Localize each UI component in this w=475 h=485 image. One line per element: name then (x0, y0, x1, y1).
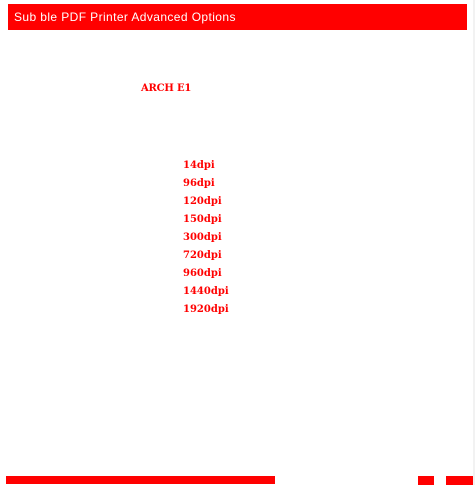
resolution-option-150dpi[interactable]: 150dpi (183, 213, 229, 231)
resolution-option-960dpi[interactable]: 960dpi (183, 267, 229, 285)
window-title: Sub ble PDF Printer Advanced Options (14, 10, 236, 24)
resolution-option-96dpi[interactable]: 96dpi (183, 177, 229, 195)
paper-size-label[interactable]: ARCH E1 (141, 83, 191, 94)
advanced-options-window: Sub ble PDF Printer Advanced Options ARC… (0, 0, 475, 485)
resolution-option-300dpi[interactable]: 300dpi (183, 231, 229, 249)
status-indicator-left (418, 476, 434, 485)
window-title-bar[interactable]: Sub ble PDF Printer Advanced Options (8, 4, 467, 30)
resolution-list: 14dpi 96dpi 120dpi 150dpi 300dpi 720dpi … (183, 159, 229, 321)
resolution-option-1920dpi[interactable]: 1920dpi (183, 303, 229, 321)
resolution-option-14dpi[interactable]: 14dpi (183, 159, 229, 177)
status-indicator-right (446, 476, 475, 485)
progress-bar-fill (6, 476, 275, 484)
progress-bar (6, 476, 295, 484)
resolution-option-720dpi[interactable]: 720dpi (183, 249, 229, 267)
resolution-option-1440dpi[interactable]: 1440dpi (183, 285, 229, 303)
resolution-option-120dpi[interactable]: 120dpi (183, 195, 229, 213)
